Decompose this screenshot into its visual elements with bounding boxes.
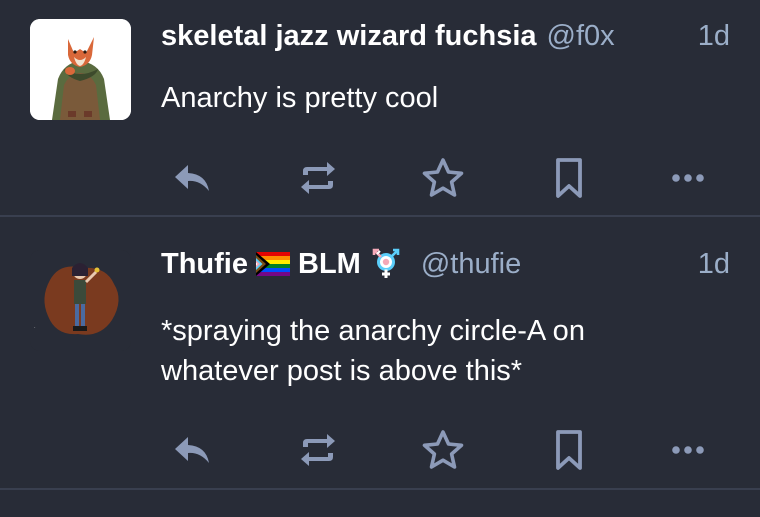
more-icon xyxy=(672,174,704,182)
account-handle[interactable]: @thufie xyxy=(421,248,521,281)
boost-icon xyxy=(301,434,335,466)
action-bar xyxy=(0,425,760,475)
status-post[interactable]: . Thufie BLM @thufie 1d *spraying the an… xyxy=(0,217,760,489)
action-bar xyxy=(0,153,760,203)
content-line: Anarchy is pretty cool xyxy=(161,82,439,114)
favourite-button[interactable] xyxy=(415,153,471,203)
content-line: *spraying the anarchy circle-A on xyxy=(161,315,585,347)
display-name-text: Thufie xyxy=(161,247,248,280)
reply-button[interactable] xyxy=(164,153,220,203)
bookmark-icon xyxy=(556,430,582,470)
reply-button[interactable] xyxy=(164,425,220,475)
post-content: *spraying the anarchy circle-A on whatev… xyxy=(161,311,720,391)
status-post[interactable]: skeletal jazz wizard fuchsia @f0x 1d Ana… xyxy=(0,0,760,216)
boost-icon xyxy=(301,162,335,194)
bookmark-button[interactable] xyxy=(541,153,597,203)
boost-button[interactable] xyxy=(290,425,346,475)
more-options-button[interactable] xyxy=(660,425,716,475)
timeline-feed: skeletal jazz wizard fuchsia @f0x 1d Ana… xyxy=(0,0,760,517)
post-divider xyxy=(0,488,760,490)
display-name[interactable]: skeletal jazz wizard fuchsia xyxy=(161,20,537,53)
boost-button[interactable] xyxy=(290,153,346,203)
display-name-suffix[interactable]: BLM xyxy=(298,248,361,281)
progress-pride-flag-emoji xyxy=(256,252,290,276)
timestamp[interactable]: 1d xyxy=(698,248,730,281)
favourite-button[interactable] xyxy=(415,425,471,475)
more-icon xyxy=(672,446,704,454)
avatar[interactable] xyxy=(30,19,131,120)
avatar[interactable]: . xyxy=(30,250,131,351)
account-handle[interactable]: @f0x xyxy=(547,20,615,53)
post-header: Thufie BLM @thufie 1d xyxy=(161,244,730,284)
more-options-button[interactable] xyxy=(660,153,716,203)
fox-avatar-image xyxy=(30,19,131,120)
trans-symbol-emoji xyxy=(372,248,400,278)
bookmark-button[interactable] xyxy=(541,425,597,475)
content-line: whatever post is above this* xyxy=(161,355,523,387)
post-content: Anarchy is pretty cool xyxy=(161,78,720,118)
display-name[interactable]: Thufie xyxy=(161,248,248,281)
bookmark-icon xyxy=(556,158,582,198)
post-header: skeletal jazz wizard fuchsia @f0x 1d xyxy=(161,16,730,56)
character-avatar-image: . xyxy=(30,250,131,351)
favourite-star-icon xyxy=(422,158,464,197)
favourite-star-icon xyxy=(422,430,464,469)
reply-icon xyxy=(175,437,209,463)
reply-icon xyxy=(175,165,209,191)
timestamp[interactable]: 1d xyxy=(698,20,730,53)
